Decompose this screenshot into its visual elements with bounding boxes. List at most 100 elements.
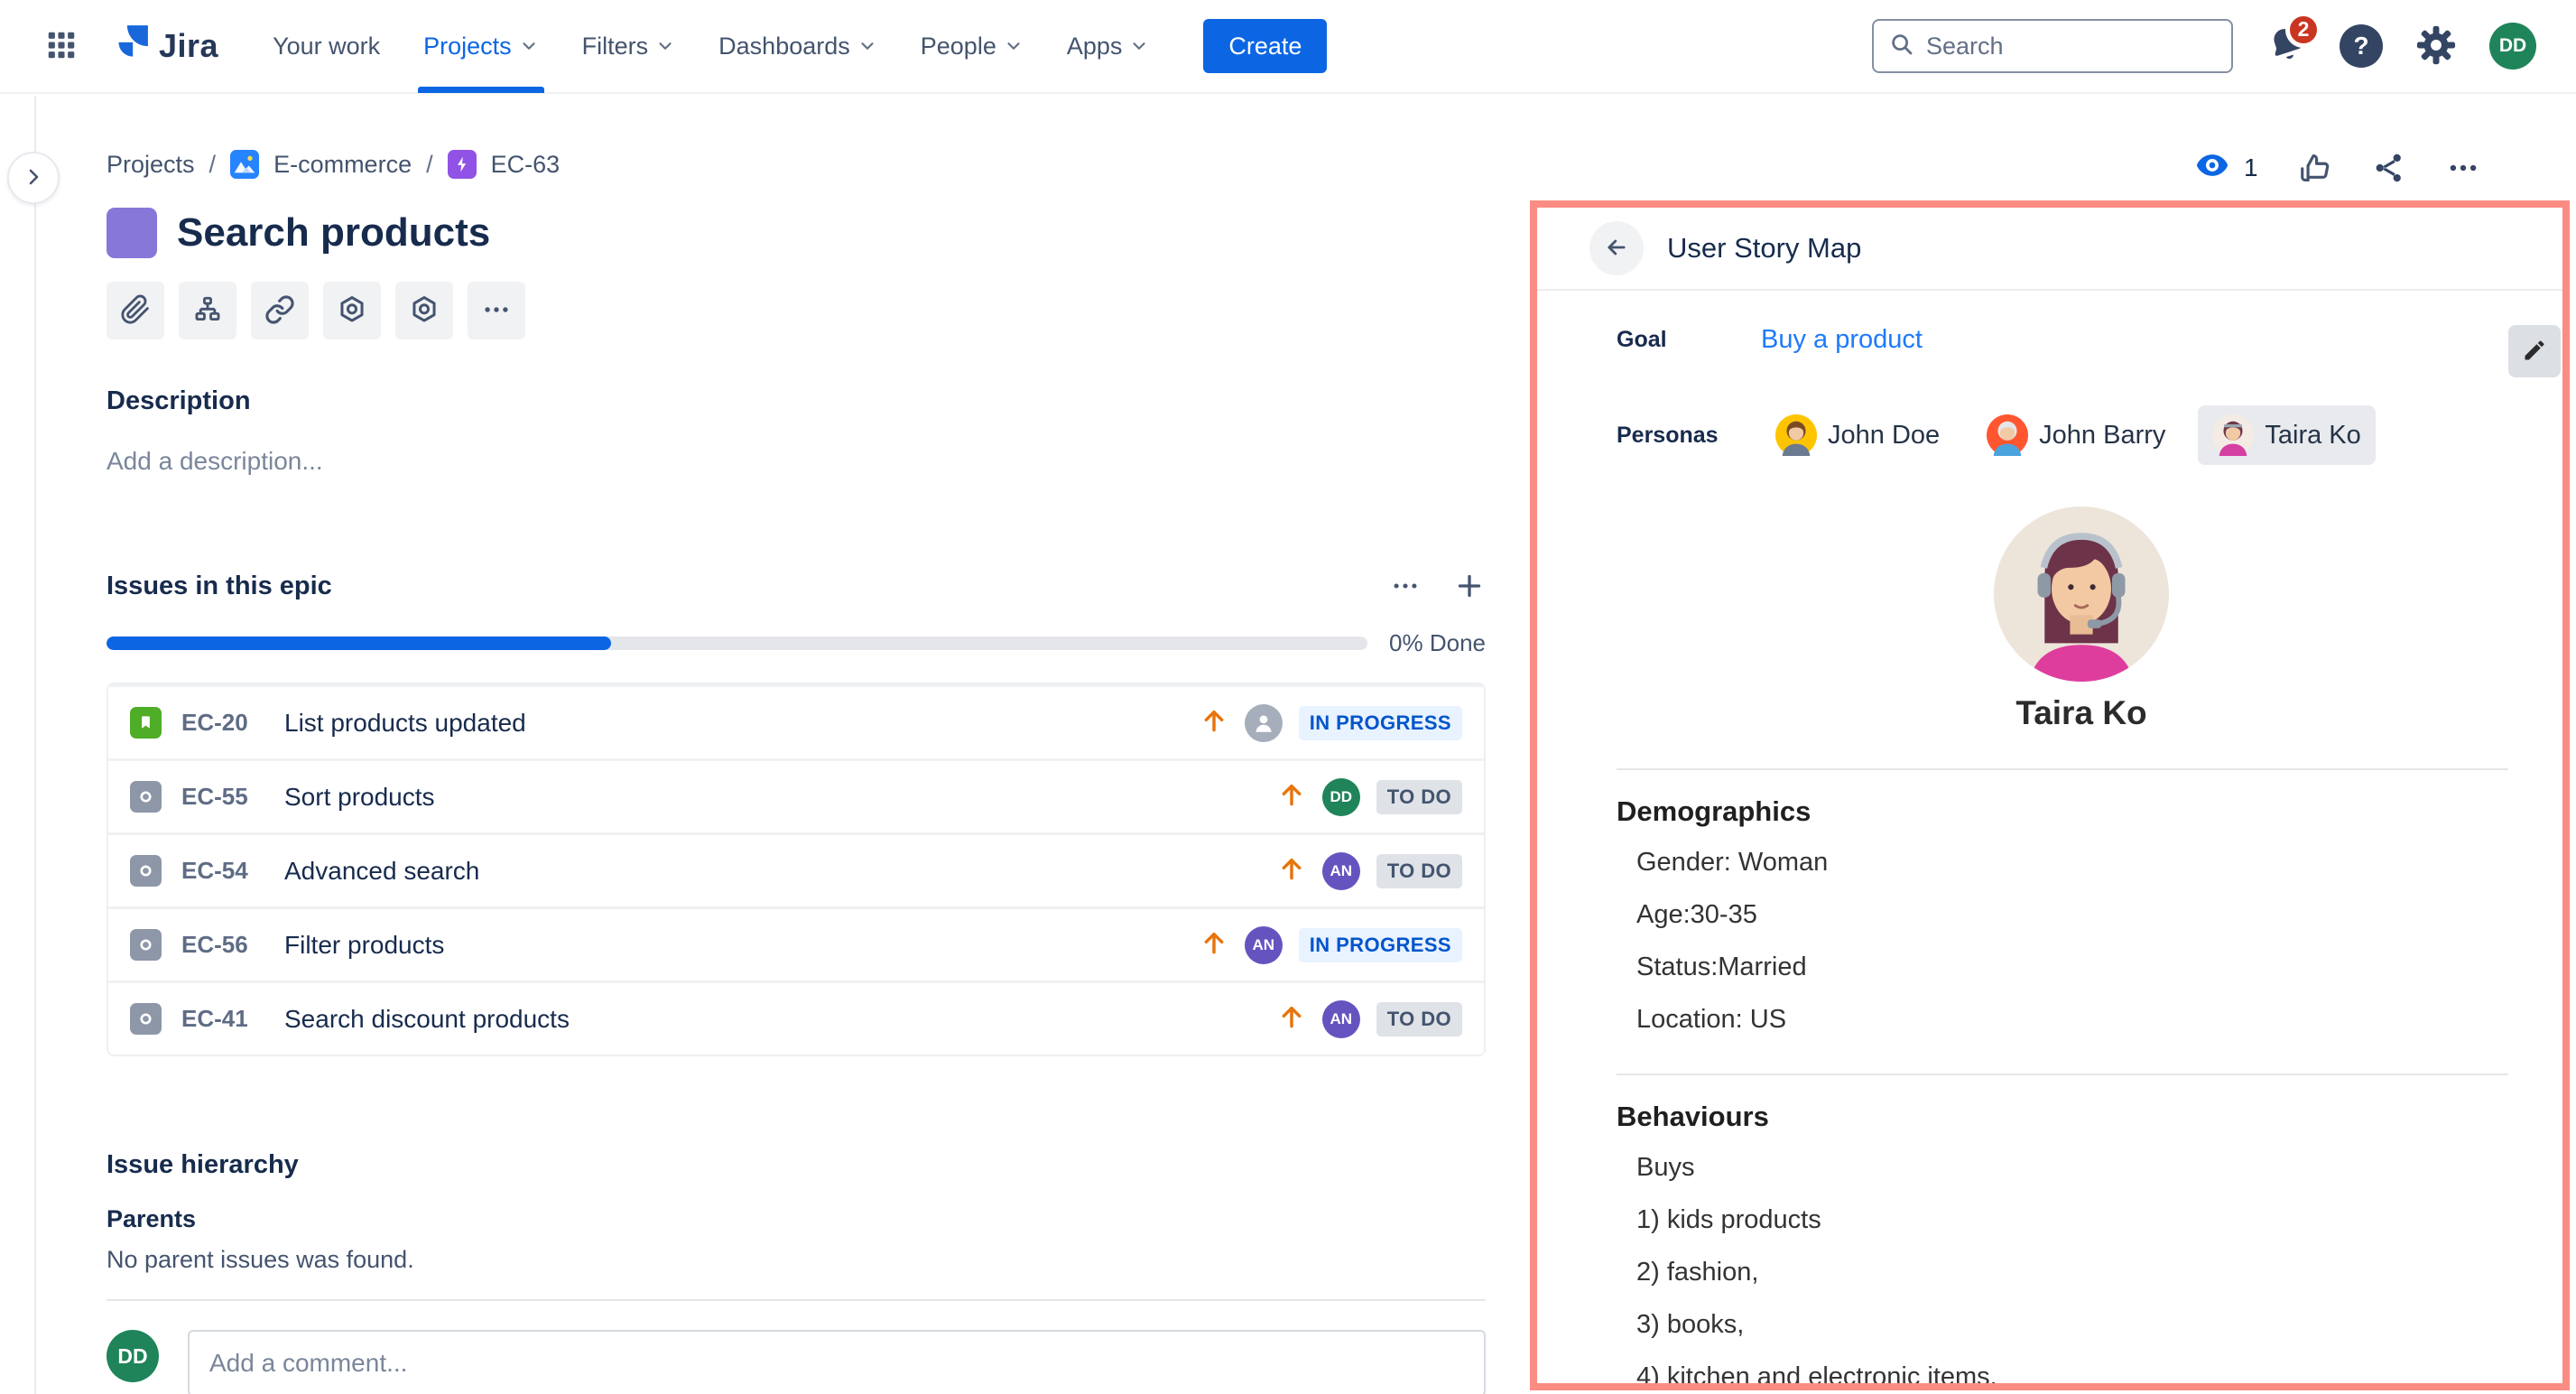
issue-key[interactable]: EC-56 <box>181 931 264 959</box>
issue-row[interactable]: EC-55 Sort products DD TO DO <box>108 758 1484 832</box>
link-icon <box>264 294 295 328</box>
status-badge[interactable]: IN PROGRESS <box>1299 928 1462 962</box>
epic-issues-more-icon[interactable] <box>1390 571 1421 601</box>
user-avatar[interactable]: DD <box>2489 23 2536 70</box>
issue-key[interactable]: EC-55 <box>181 783 264 811</box>
share-icon[interactable] <box>2372 151 2406 185</box>
assignee-avatar[interactable]: AN <box>1322 852 1360 890</box>
issue-summary[interactable]: Filter products <box>284 931 1200 960</box>
description-placeholder[interactable]: Add a description... <box>107 447 1486 476</box>
assignee-avatar[interactable]: AN <box>1322 1000 1360 1038</box>
comment-input[interactable] <box>209 1349 1464 1378</box>
persona-chip[interactable]: John Barry <box>1972 405 2180 465</box>
automation-nut-button[interactable] <box>395 282 453 339</box>
nav-menu-item[interactable]: Dashboards <box>700 0 895 93</box>
issue-row[interactable]: EC-20 List products updated IN PROGRESS <box>108 684 1484 758</box>
jira-logo[interactable]: Jira <box>108 23 218 70</box>
nav-menu-item[interactable]: Apps <box>1049 0 1168 93</box>
status-badge[interactable]: TO DO <box>1376 1002 1462 1036</box>
attach-button[interactable] <box>107 282 164 339</box>
create-button[interactable]: Create <box>1203 19 1327 73</box>
issue-type-icon <box>130 1003 162 1035</box>
link-issue-button[interactable] <box>251 282 309 339</box>
gear-icon <box>2415 24 2457 69</box>
apps-nut-button[interactable] <box>323 282 381 339</box>
search-input[interactable] <box>1926 33 2217 60</box>
settings-button[interactable] <box>2415 24 2457 69</box>
breadcrumb-projects[interactable]: Projects <box>107 151 195 179</box>
app-switcher-button[interactable] <box>36 21 87 71</box>
issue-main: Projects / E-commerce / EC-63 Search pro… <box>107 94 1486 1394</box>
expand-sidebar-button[interactable] <box>7 152 60 204</box>
goal-row: Goal Buy a product <box>1617 325 2508 355</box>
nav-menu-item[interactable]: Projects <box>405 0 557 93</box>
help-button[interactable]: ? <box>2340 24 2383 68</box>
issue-key[interactable]: EC-20 <box>181 709 264 737</box>
add-issue-plus-icon[interactable] <box>1453 570 1486 602</box>
issue-key[interactable]: EC-54 <box>181 857 264 885</box>
page: Jira Your work Projects Filters <box>0 0 2576 1394</box>
issue-toolbar <box>107 282 1486 339</box>
epic-icon <box>448 150 477 179</box>
persona-avatar-icon <box>1775 414 1817 456</box>
issue-row[interactable]: EC-41 Search discount products AN TO DO <box>108 980 1484 1055</box>
epic-progress-row: 0% Done <box>107 629 1486 657</box>
issue-row[interactable]: EC-54 Advanced search AN TO DO <box>108 832 1484 906</box>
watch-button[interactable]: 1 <box>2195 148 2258 187</box>
chevron-down-icon <box>1129 36 1149 56</box>
priority-highest-icon <box>1277 1002 1306 1036</box>
issue-row[interactable]: EC-56 Filter products AN IN PROGRESS <box>108 906 1484 980</box>
persona-chip-name: John Barry <box>2039 421 2165 451</box>
issue-summary[interactable]: Sort products <box>284 783 1277 812</box>
watch-count: 1 <box>2244 153 2258 182</box>
nav-menu-item[interactable]: Filters <box>564 0 694 93</box>
nav-menu-item[interactable]: Your work <box>255 0 398 93</box>
priority-highest-icon <box>1277 854 1306 888</box>
epic-issues-list: EC-20 List products updated IN PROGRESS <box>107 683 1486 1056</box>
issue-summary[interactable]: Advanced search <box>284 857 1277 886</box>
parents-label: Parents <box>107 1205 1486 1233</box>
notifications-button[interactable]: 2 <box>2266 24 2307 69</box>
goal-label: Goal <box>1617 327 1761 353</box>
nav-menu-item-label: Filters <box>582 33 649 60</box>
more-toolbar-button[interactable] <box>468 282 525 339</box>
assignee-avatar[interactable] <box>1245 704 1283 742</box>
issue-key[interactable]: EC-41 <box>181 1005 264 1033</box>
nav-menu-item[interactable]: People <box>903 0 1042 93</box>
assignee-avatar[interactable]: DD <box>1322 778 1360 816</box>
goal-link[interactable]: Buy a product <box>1761 325 1923 355</box>
comment-row: DD <box>107 1330 1486 1394</box>
issue-summary[interactable]: Search discount products <box>284 1005 1277 1034</box>
chevron-down-icon <box>655 36 675 56</box>
epic-color-swatch[interactable] <box>107 208 157 258</box>
comment-box <box>188 1330 1486 1394</box>
like-button[interactable] <box>2298 151 2332 185</box>
assignee-avatar[interactable]: AN <box>1245 926 1283 964</box>
panel-divider <box>1617 1073 2508 1075</box>
chevron-right-icon <box>23 166 44 191</box>
breadcrumb-separator: / <box>426 151 433 179</box>
persona-chips: John Doe John Barry Taira Ko <box>1761 405 2376 465</box>
add-child-issue-button[interactable] <box>179 282 236 339</box>
panel-title: User Story Map <box>1667 232 1861 265</box>
question-icon: ? <box>2353 32 2368 60</box>
persona-chip-name: Taira Ko <box>2265 421 2360 451</box>
more-actions-icon[interactable] <box>2446 151 2480 185</box>
breadcrumb-issue-key[interactable]: EC-63 <box>491 151 561 179</box>
demographics-heading: Demographics <box>1617 795 2508 828</box>
persona-chip[interactable]: Taira Ko <box>2198 405 2375 465</box>
edit-personas-button[interactable] <box>2508 325 2561 377</box>
chevron-down-icon <box>519 36 539 56</box>
status-badge[interactable]: TO DO <box>1376 854 1462 888</box>
persona-chip[interactable]: John Doe <box>1761 405 1954 465</box>
user-story-map-panel: User Story Map Goal Buy a product Person… <box>1530 200 2570 1390</box>
breadcrumb-project[interactable]: E-commerce <box>273 151 412 179</box>
demographics-item: Age:30-35 <box>1636 897 2508 933</box>
back-button[interactable] <box>1589 221 1644 275</box>
status-badge[interactable]: TO DO <box>1376 780 1462 814</box>
assignee-initials: AN <box>1253 936 1275 954</box>
epic-issues-heading: Issues in this epic <box>107 572 332 601</box>
status-badge[interactable]: IN PROGRESS <box>1299 706 1462 740</box>
panel-header: User Story Map <box>1537 208 2562 291</box>
issue-summary[interactable]: List products updated <box>284 709 1200 738</box>
